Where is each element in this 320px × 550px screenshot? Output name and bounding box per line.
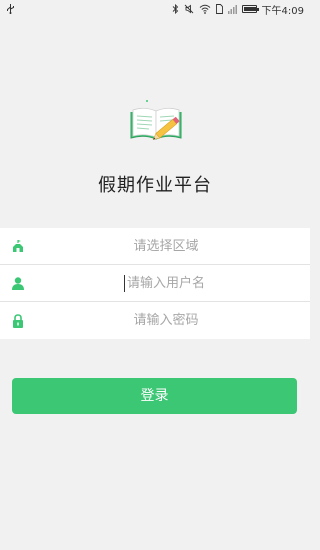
region-row[interactable] [0, 228, 310, 265]
login-screen: 下午4:09 假期作业平台 请选择区域 请输入用户名 登录 [0, 0, 310, 550]
book-pencil-icon [130, 100, 182, 140]
region-select[interactable] [0, 228, 310, 264]
status-icons: 下午4:09 [172, 2, 304, 17]
username-input[interactable] [0, 265, 310, 301]
password-input[interactable] [0, 302, 310, 339]
text-caret [124, 275, 125, 292]
region-icon [13, 240, 23, 252]
status-time: 下午4:09 [261, 5, 304, 17]
login-button[interactable]: 登录 [12, 378, 297, 414]
status-bar: 下午4:09 [0, 0, 310, 18]
usb-icon [6, 4, 15, 14]
mute-icon [184, 4, 194, 14]
user-icon [12, 277, 24, 290]
app-title: 假期作业平台 [98, 175, 212, 196]
signal-icon [227, 4, 237, 14]
bluetooth-icon [172, 4, 179, 14]
sim-icon [215, 4, 223, 14]
battery-icon [241, 5, 259, 13]
lock-icon [13, 313, 23, 328]
password-row[interactable] [0, 302, 310, 339]
login-form [0, 228, 310, 339]
username-row[interactable] [0, 265, 310, 302]
wifi-icon [199, 4, 211, 14]
